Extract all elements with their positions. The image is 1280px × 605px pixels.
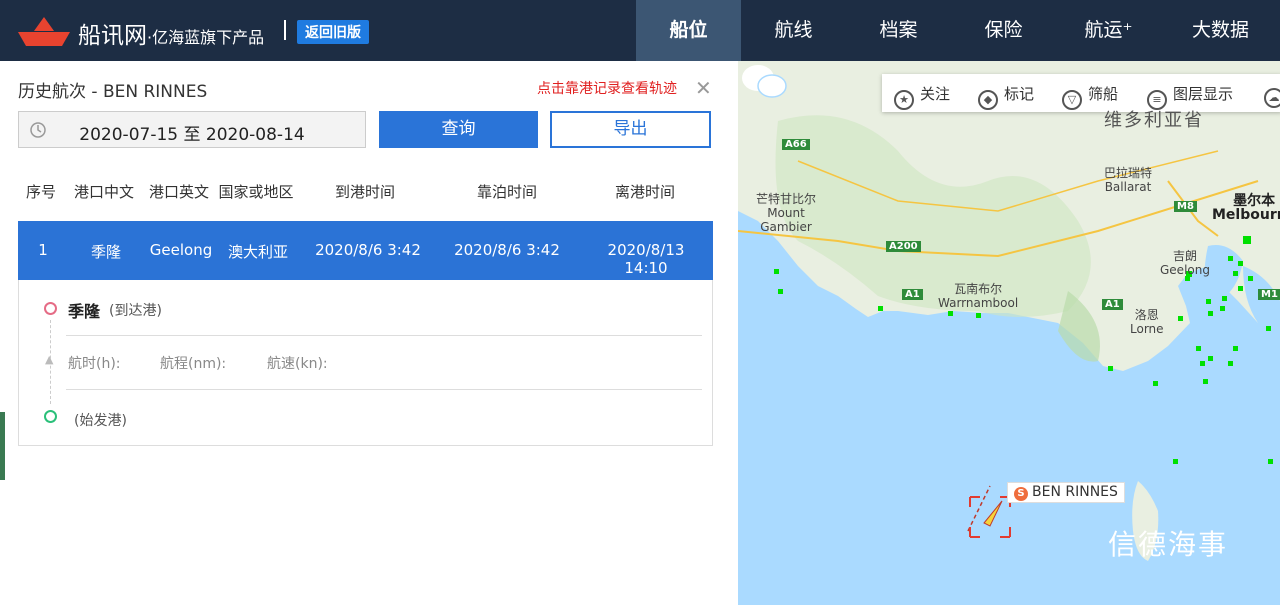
col-header-berth: 靠泊时间 (476, 183, 537, 201)
boat-logo-icon[interactable] (16, 14, 72, 48)
ship-badge-icon: S (1014, 487, 1028, 501)
divider (66, 335, 702, 336)
nav-shipping[interactable]: 航运⁺ (1056, 0, 1161, 61)
mark-tool[interactable]: ◆ 标记 (978, 83, 1034, 110)
nav-insurance[interactable]: 保险 (951, 0, 1056, 61)
track-hint: 点击靠港记录查看轨迹 (537, 81, 677, 97)
brand-name: 船讯网·亿海蓝旗下产品 (78, 23, 265, 49)
star-icon: ★ (894, 90, 914, 110)
cell-arrival: 2020/8/6 3:42 (315, 241, 421, 259)
col-header-port-en: 港口英文 (148, 183, 209, 201)
tag-icon: ◆ (978, 90, 998, 110)
col-header-arrival: 到港时间 (334, 183, 395, 201)
ship-name: BEN RINNES (1032, 484, 1118, 500)
arrival-tag: (到达港) (109, 303, 162, 319)
speed-label: 航速(kn): (267, 356, 328, 372)
road-shield-a66: A66 (782, 139, 810, 150)
old-version-button[interactable]: 返回旧版 (297, 20, 369, 44)
watermark-text: 信德海事 (1108, 528, 1229, 561)
map-label-ballarat: 巴拉瑞特 Ballarat (1104, 166, 1153, 194)
panel-title: 历史航次 - BEN RINNES (18, 82, 208, 102)
cell-no: 1 (38, 241, 48, 259)
map-label-geelong: 吉朗 Geelong (1160, 249, 1210, 277)
up-arrow-icon: ▲ (45, 353, 54, 366)
table-row[interactable]: 1 季隆 Geelong 澳大利亚 2020/8/6 3:42 2020/8/6… (18, 221, 713, 280)
cell-berth: 2020/8/6 3:42 (454, 241, 560, 259)
col-header-departure: 离港时间 (614, 183, 675, 201)
col-header-no: 序号 (25, 183, 56, 201)
close-icon[interactable]: ✕ (695, 76, 712, 100)
arrival-port-dot-icon (44, 302, 57, 315)
brand-divider (284, 20, 286, 40)
query-button[interactable]: 查询 (379, 111, 538, 148)
map-label-victoria: 维多利亚省 (1104, 110, 1204, 131)
layers-icon: ≡ (1147, 90, 1167, 110)
nav-big-data[interactable]: 大数据 (1168, 0, 1273, 61)
departure-port-dot-icon (44, 410, 57, 423)
duration-label: 航时(h): (68, 356, 121, 372)
departure-tag: (始发港) (74, 413, 127, 429)
road-shield-a200: A200 (886, 241, 921, 252)
filter-ship-tool[interactable]: ▽ 筛船 (1062, 83, 1118, 110)
date-range-value: 2020-07-15 至 2020-08-14 (79, 125, 305, 145)
wechat-icon (742, 65, 787, 98)
layer-display-tool[interactable]: ≡ 图层显示 (1147, 83, 1233, 110)
map-view[interactable]: ★ 关注 ◆ 标记 ▽ 筛船 ≡ 图层显示 ☁ 维多利亚省 巴拉瑞特 Ballarat 墨… (738, 61, 1280, 605)
col-header-country: 国家或地区 (218, 183, 294, 201)
voyage-history-panel: 历史航次 - BEN RINNES 点击靠港记录查看轨迹 ✕ 2020-07-1… (0, 61, 738, 605)
road-shield-a1: A1 (902, 289, 923, 300)
cell-departure: 2020/8/13 14:10 (607, 241, 685, 277)
follow-tool[interactable]: ★ 关注 (894, 83, 950, 110)
road-shield-m1: M1 (1258, 289, 1280, 300)
map-label-lorne: 洛恩 Lorne (1130, 308, 1164, 336)
arrival-port-name: 季隆 (68, 302, 101, 321)
cell-port-en: Geelong (149, 241, 213, 259)
cell-port-cn: 季隆 (90, 243, 121, 261)
voyage-detail: 季隆 (到达港) ▲ 航时(h): 航程(nm): 航速(kn): (始发港) (18, 280, 713, 446)
map-label-mount-gambier: 芒特甘比尔 Mount Gambier (756, 192, 817, 234)
road-shield-a1: A1 (1102, 299, 1123, 310)
filter-icon: ▽ (1062, 90, 1082, 110)
divider (66, 389, 702, 390)
nav-route[interactable]: 航线 (741, 0, 846, 61)
top-navbar: 船讯网·亿海蓝旗下产品 返回旧版 船位 航线 档案 保险 航运⁺ 大数据 (0, 0, 1280, 61)
ship-label[interactable]: S BEN RINNES (1007, 482, 1125, 503)
date-range-picker[interactable]: 2020-07-15 至 2020-08-14 (18, 111, 366, 148)
nav-archive[interactable]: 档案 (846, 0, 951, 61)
map-label-melbourne: 墨尔本Melbourne (1212, 193, 1280, 223)
side-expand-handle[interactable] (0, 412, 5, 480)
nav-ship-position[interactable]: 船位 (636, 0, 741, 61)
weather-tool[interactable]: ☁ (1264, 83, 1280, 108)
distance-label: 航程(nm): (160, 356, 227, 372)
map-toolbar: ★ 关注 ◆ 标记 ▽ 筛船 ≡ 图层显示 ☁ (882, 74, 1280, 112)
road-shield-m8: M8 (1174, 201, 1197, 212)
cell-country: 澳大利亚 (227, 243, 288, 261)
cloud-icon: ☁ (1264, 88, 1280, 108)
col-header-port-cn: 港口中文 (73, 183, 134, 201)
export-button[interactable]: 导出 (550, 111, 711, 148)
map-label-warrnambool: 瓦南布尔 Warrnambool (938, 282, 1019, 310)
